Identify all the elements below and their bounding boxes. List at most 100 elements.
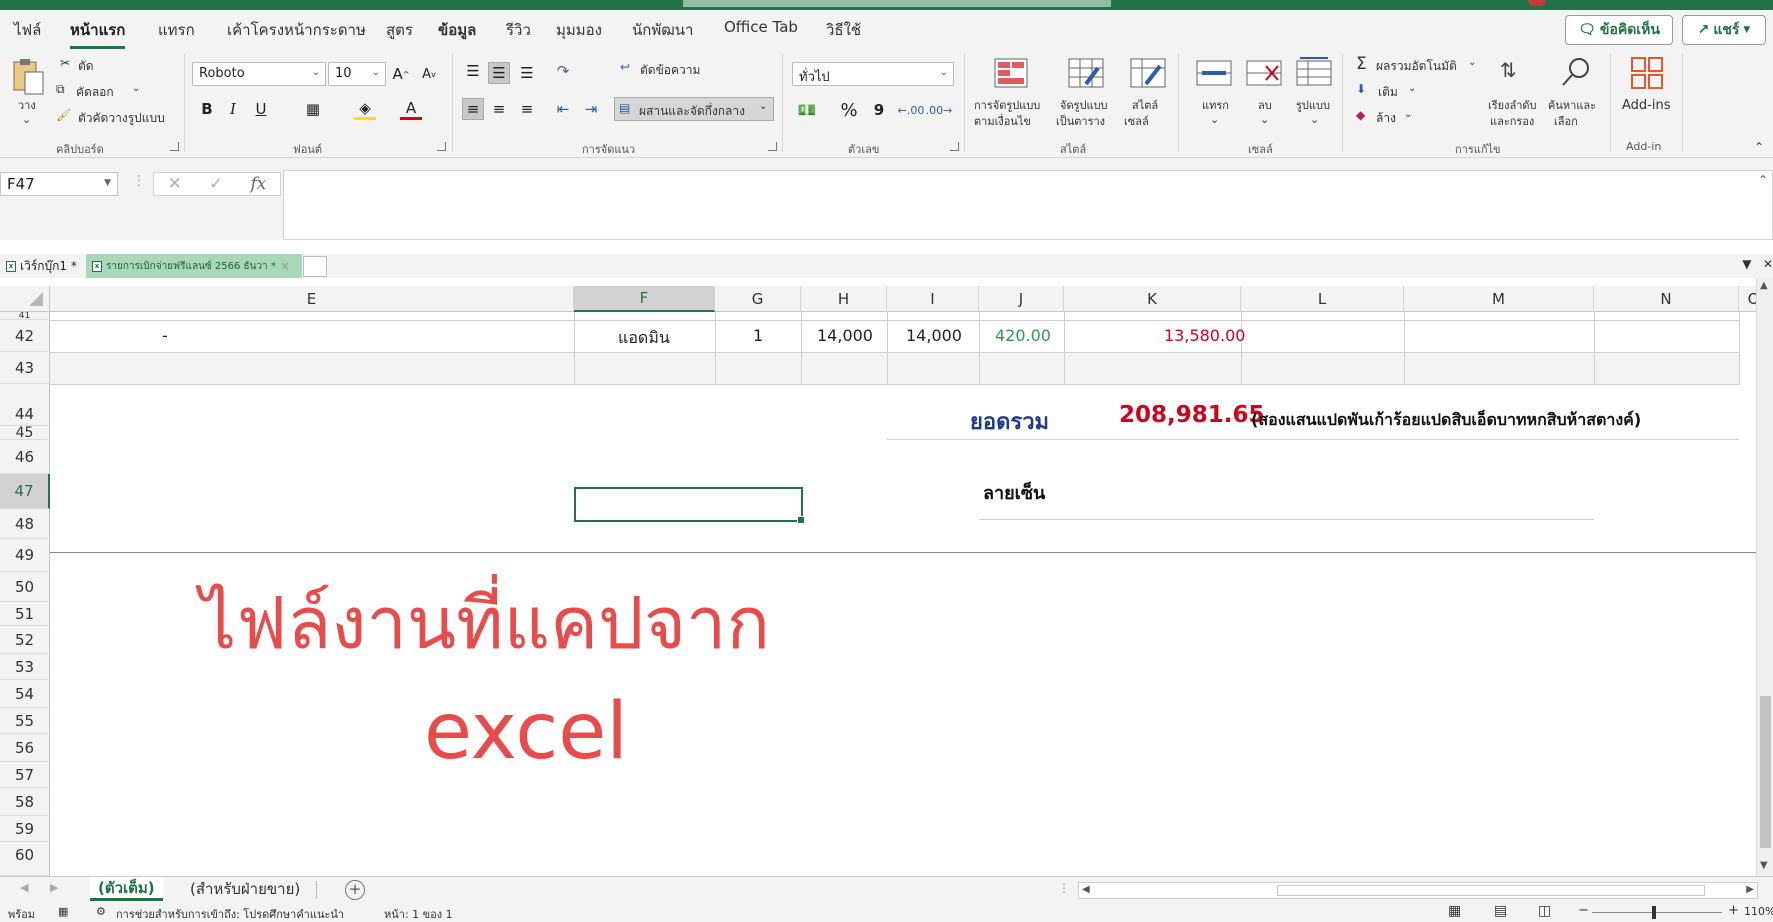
cell-f42[interactable]: แอดมิน bbox=[618, 326, 670, 351]
font-name-select[interactable]: Roboto ⌄ bbox=[192, 62, 326, 86]
fill-color-icon[interactable]: ◈ bbox=[354, 98, 376, 120]
align-bottom-icon[interactable]: ☰ bbox=[516, 62, 538, 84]
select-all-button[interactable] bbox=[0, 286, 50, 312]
expand-formula-icon[interactable]: ⌃ bbox=[1758, 173, 1768, 187]
column-header-l[interactable]: L bbox=[1241, 286, 1404, 312]
row-header-44[interactable]: 44 bbox=[0, 384, 50, 426]
conditional-formatting-button[interactable]: การจัดรูปแบบ ตามเงื่อนไข bbox=[972, 54, 1050, 136]
align-right-icon[interactable]: ≡ bbox=[516, 98, 538, 120]
horizontal-scrollbar[interactable]: ◀ ▶ bbox=[1078, 882, 1758, 899]
row-header-58[interactable]: 58 bbox=[0, 788, 50, 816]
scroll-up-icon[interactable]: ▲ bbox=[1760, 280, 1768, 291]
tab-list-dropdown-icon[interactable]: ▼ ✕ bbox=[1742, 257, 1773, 271]
increase-indent-icon[interactable]: ⇥ bbox=[580, 98, 602, 120]
cancel-icon[interactable]: ✕ bbox=[168, 174, 182, 194]
row-header-43[interactable]: 43 bbox=[0, 352, 50, 384]
normal-view-icon[interactable]: ▦ bbox=[1448, 903, 1461, 919]
column-header-i[interactable]: I bbox=[887, 286, 979, 312]
tab-office-tab[interactable]: Office Tab bbox=[724, 18, 798, 36]
sort-filter-button[interactable]: ⇅ เรียงลำดับ และกรอง bbox=[1486, 54, 1544, 136]
column-header-m[interactable]: M bbox=[1404, 286, 1594, 312]
borders-icon[interactable]: ▦ bbox=[302, 98, 324, 120]
delete-cells-button[interactable]: ลบ ⌄ bbox=[1242, 54, 1286, 136]
add-sheet-icon[interactable]: + bbox=[345, 880, 365, 900]
row-header-54[interactable]: 54 bbox=[0, 680, 50, 708]
format-cells-button[interactable]: รูปแบบ ⌄ bbox=[1290, 54, 1338, 136]
column-header-f[interactable]: F bbox=[574, 286, 715, 312]
selected-cell-f47[interactable] bbox=[574, 487, 805, 524]
font-launcher-icon[interactable] bbox=[437, 142, 446, 151]
cell-e42[interactable]: - bbox=[162, 326, 168, 345]
cell-styles-button[interactable]: สไตล์ เซลล์ bbox=[1122, 54, 1174, 136]
zoom-in-icon[interactable]: + bbox=[1728, 903, 1739, 918]
cell-k42[interactable]: 13,580.00 bbox=[1164, 326, 1245, 345]
find-select-button[interactable]: ค้นหาและ เลือก bbox=[1546, 54, 1602, 136]
cell-g42[interactable]: 1 bbox=[753, 326, 763, 345]
insert-function-button[interactable]: fx bbox=[251, 174, 267, 194]
tab-home[interactable]: หน้าแรก bbox=[70, 18, 126, 49]
italic-button[interactable]: I bbox=[222, 98, 244, 120]
number-launcher-icon[interactable] bbox=[950, 142, 959, 151]
tab-review[interactable]: รีวิว bbox=[506, 18, 531, 42]
tab-help[interactable]: วิธีใช้ bbox=[826, 18, 861, 42]
close-tab-icon[interactable]: × bbox=[280, 259, 290, 273]
share-button[interactable]: ↗ แชร์ ▼ bbox=[1682, 15, 1766, 45]
zoom-out-icon[interactable]: − bbox=[1578, 903, 1589, 918]
merge-center-button[interactable]: ▤ ผสานและจัดกึ่งกลาง ⌄ bbox=[614, 97, 774, 121]
orientation-icon[interactable]: ↷ bbox=[552, 60, 574, 82]
zoom-level[interactable]: 110% bbox=[1744, 905, 1773, 918]
row-header-46[interactable]: 46 bbox=[0, 440, 50, 474]
clipboard-launcher-icon[interactable] bbox=[170, 142, 179, 151]
underline-button[interactable]: U bbox=[250, 98, 272, 120]
number-format-select[interactable]: ทั่วไป ⌄ bbox=[792, 62, 954, 86]
comments-button[interactable]: 🗨 ข้อคิดเห็น bbox=[1565, 15, 1673, 45]
align-center-icon[interactable]: ≡ bbox=[488, 98, 510, 120]
font-color-icon[interactable]: A bbox=[400, 98, 422, 120]
grow-font-button[interactable]: A ^ bbox=[390, 63, 412, 85]
decrease-indent-icon[interactable]: ⇤ bbox=[552, 98, 574, 120]
user-avatar[interactable] bbox=[1528, 0, 1546, 6]
page-break-view-icon[interactable]: ◫ bbox=[1538, 903, 1551, 919]
format-as-table-button[interactable]: จัดรูปแบบ เป็นตาราง bbox=[1054, 54, 1118, 136]
vertical-scroll-thumb[interactable] bbox=[1760, 696, 1771, 848]
doc-tab-freelance[interactable]: x รายการเบิกจ่ายฟรีแลนซ์ 2566 ธันวา * × bbox=[86, 254, 302, 278]
font-size-select[interactable]: 10 ⌄ bbox=[328, 62, 386, 86]
comma-button[interactable]: 9 bbox=[868, 99, 890, 121]
accessibility-status[interactable]: การช่วยสำหรับการเข้าถึง: โปรดศึกษาคำแนะน… bbox=[116, 905, 344, 922]
insert-cells-button[interactable]: แทรก ⌄ bbox=[1192, 54, 1236, 136]
paste-button[interactable]: วาง ⌄ bbox=[8, 56, 48, 126]
row-header-47[interactable]: 47 bbox=[0, 474, 50, 509]
column-header-j[interactable]: J bbox=[979, 286, 1064, 312]
tab-insert[interactable]: แทรก bbox=[158, 18, 195, 42]
row-header-53[interactable]: 53 bbox=[0, 654, 50, 680]
name-box[interactable]: F47 ▼ bbox=[0, 172, 118, 196]
increase-decimal-button[interactable]: ← .00 bbox=[898, 99, 925, 121]
decrease-decimal-button[interactable]: .00 → bbox=[926, 99, 953, 121]
search-box[interactable] bbox=[683, 0, 1111, 7]
row-header-57[interactable]: 57 bbox=[0, 762, 50, 788]
page-layout-view-icon[interactable]: ▤ bbox=[1494, 903, 1507, 919]
row-header-52[interactable]: 52 bbox=[0, 626, 50, 654]
align-top-icon[interactable]: ☰ bbox=[462, 60, 484, 82]
horizontal-scroll-thumb[interactable] bbox=[1277, 885, 1705, 896]
tab-view[interactable]: มุมมอง bbox=[556, 18, 602, 42]
row-header-49[interactable]: 49 bbox=[0, 539, 50, 572]
row-header-41[interactable]: 41 bbox=[0, 312, 50, 320]
column-header-g[interactable]: G bbox=[715, 286, 801, 312]
cell-j42[interactable]: 420.00 bbox=[995, 326, 1051, 345]
macro-record-icon[interactable]: ▦ bbox=[58, 905, 68, 918]
sheet-tab-full[interactable]: (ตัวเต็ม) bbox=[90, 877, 163, 901]
prev-sheet-icon[interactable]: ◀ bbox=[20, 881, 28, 894]
row-header-50[interactable]: 50 bbox=[0, 572, 50, 602]
accessibility-icon[interactable]: ⚙ bbox=[96, 905, 106, 918]
sheet-tab-sales[interactable]: (สำหรับฝ่ายขาย) bbox=[182, 877, 308, 901]
align-middle-icon[interactable]: ☰ bbox=[488, 62, 510, 84]
row-header-48[interactable]: 48 bbox=[0, 509, 50, 539]
new-tab-button[interactable] bbox=[303, 256, 327, 277]
formula-input[interactable]: ⌃ bbox=[283, 170, 1773, 240]
align-left-icon[interactable]: ≡ bbox=[462, 98, 484, 120]
bold-button[interactable]: B bbox=[196, 98, 218, 120]
enter-icon[interactable]: ✓ bbox=[209, 174, 223, 194]
collapse-ribbon-icon[interactable]: ⌃ bbox=[1754, 140, 1764, 154]
column-header-h[interactable]: H bbox=[801, 286, 887, 312]
